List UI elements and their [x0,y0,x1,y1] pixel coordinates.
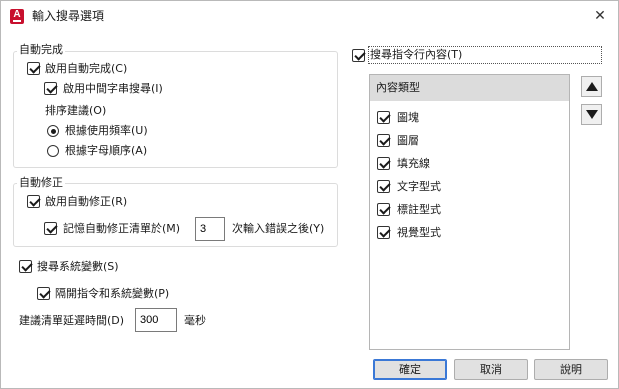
enable-autocorrect-checkbox[interactable] [27,195,40,208]
sort-suggestions-label: 排序建議(O) [45,104,107,117]
search-system-variables-checkbox[interactable] [19,260,32,273]
window-title: 輸入搜尋選項 [32,9,105,23]
content-type-label: 圖塊 [397,111,419,124]
enable-midstring-label[interactable]: 啟用中間字串搜尋(I) [63,82,163,96]
autocorrect-count-suffix: 次輸入錯誤之後(Y) [232,222,325,235]
sort-by-frequency-radio[interactable] [47,125,59,137]
enable-autocomplete-checkbox[interactable] [27,62,40,75]
autocorrect-group [13,183,338,247]
sort-alphabetical-label[interactable]: 根據字母順序(A) [65,144,147,158]
move-down-button[interactable] [581,104,602,125]
content-type-checkbox[interactable] [377,180,390,193]
content-type-checkbox[interactable] [377,203,390,216]
search-content-checkbox[interactable] [352,49,365,62]
content-type-label: 標註型式 [397,203,441,216]
content-types-header: 內容類型 [370,75,569,101]
close-icon[interactable]: ✕ [588,5,612,27]
remember-autocorrect-label[interactable]: 記憶自動修正清單於(M) [63,222,180,236]
title-bar: 輸入搜尋選項 ✕ [1,1,618,31]
content-type-label: 填充線 [397,157,430,170]
content-types-list[interactable]: 內容類型 圖塊 圖層 填充線 文字型式 標註型式 視覺型式 [369,74,570,350]
ok-button[interactable]: 確定 [373,359,447,380]
content-type-checkbox[interactable] [377,111,390,124]
sort-alphabetical-radio[interactable] [47,145,59,157]
search-system-variables-label[interactable]: 搜尋系統變數(S) [37,260,119,274]
autocomplete-group-label: 自動完成 [17,43,65,57]
content-type-checkbox[interactable] [377,226,390,239]
autocad-app-icon [10,9,24,24]
arrow-down-icon [586,110,598,119]
separate-commands-sysvars-checkbox[interactable] [37,287,50,300]
move-up-button[interactable] [581,76,602,97]
cancel-button[interactable]: 取消 [454,359,528,380]
content-type-checkbox[interactable] [377,157,390,170]
content-type-checkbox[interactable] [377,134,390,147]
autocorrect-group-label: 自動修正 [17,176,65,190]
content-type-label: 圖層 [397,134,419,147]
enable-autocomplete-label[interactable]: 啟用自動完成(C) [45,62,127,76]
suggestion-delay-unit: 毫秒 [184,314,206,327]
suggestion-delay-label: 建議清單延遲時間(D) [19,314,125,327]
content-type-label: 視覺型式 [397,226,441,239]
help-button[interactable]: 說明 [534,359,608,380]
enable-autocorrect-label[interactable]: 啟用自動修正(R) [45,195,127,209]
separate-commands-sysvars-label[interactable]: 隔開指令和系統變數(P) [55,287,169,301]
remember-autocorrect-checkbox[interactable] [44,222,57,235]
sort-by-frequency-label[interactable]: 根據使用頻率(U) [65,124,148,138]
search-content-label[interactable]: 搜尋指令行內容(T) [370,48,462,62]
enable-midstring-checkbox[interactable] [44,82,57,95]
suggestion-delay-input[interactable] [135,308,177,332]
autocorrect-count-input[interactable] [195,217,225,241]
content-type-label: 文字型式 [397,180,441,193]
arrow-up-icon [586,82,598,91]
input-search-options-dialog: 輸入搜尋選項 ✕ 自動完成 啟用自動完成(C) 啟用中間字串搜尋(I) 排序建議… [0,0,619,389]
